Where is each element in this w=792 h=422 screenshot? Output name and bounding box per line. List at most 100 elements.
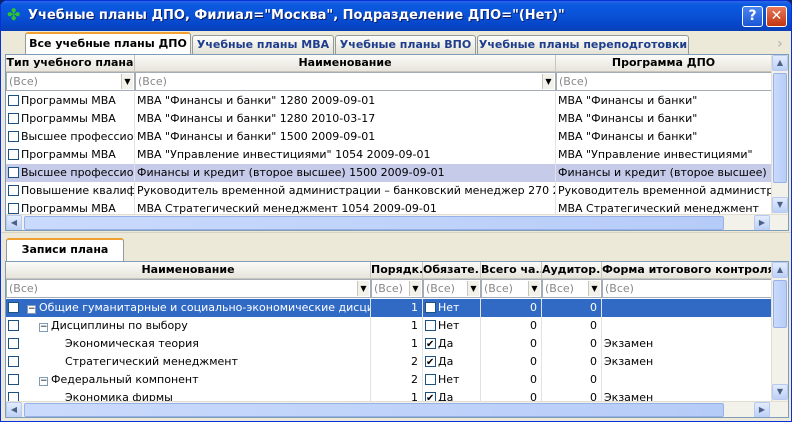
dropdown-arrow-icon[interactable]: ▼ bbox=[357, 281, 369, 296]
scroll-right-icon[interactable]: ▶ bbox=[754, 215, 770, 230]
scroll-down-icon[interactable]: ▼ bbox=[772, 197, 788, 213]
scroll-left-icon[interactable]: ◀ bbox=[6, 215, 22, 230]
row-checkbox[interactable] bbox=[8, 113, 19, 124]
pane-splitter[interactable] bbox=[1, 232, 791, 237]
column-header-auditorium[interactable]: Аудитор... bbox=[542, 262, 602, 279]
table-row[interactable]: − Общие гуманитарные и социально-экономич… bbox=[6, 299, 772, 317]
table-row[interactable]: Экономическая теория1Да00Экзамен bbox=[6, 335, 772, 353]
table-row[interactable]: Программы MBA MBA "Финансы и банки" 1280 … bbox=[6, 110, 772, 128]
table-row[interactable]: Программы MBA MBA "Финансы и банки" 1280 … bbox=[6, 92, 772, 110]
filter-control-form[interactable]: (Все) bbox=[602, 279, 772, 298]
row-checkbox[interactable] bbox=[8, 338, 19, 349]
type-text: Программы MBA bbox=[21, 112, 116, 125]
cell-auditorium: 0 bbox=[542, 371, 602, 389]
plans-vertical-scrollbar[interactable]: ▲ ▼ bbox=[771, 55, 788, 214]
tab-plan-records[interactable]: Записи плана bbox=[6, 238, 124, 262]
filter-name[interactable]: (Все) ▼ bbox=[135, 72, 556, 91]
required-checkbox[interactable] bbox=[425, 336, 436, 353]
table-row[interactable]: Высшее профессион...MBA "Финансы и банки… bbox=[6, 128, 772, 146]
filter-record-name[interactable]: (Все) ▼ bbox=[6, 279, 371, 298]
dropdown-arrow-icon[interactable]: ▼ bbox=[528, 281, 540, 296]
required-checkbox[interactable] bbox=[425, 374, 436, 385]
scroll-up-icon[interactable]: ▲ bbox=[772, 55, 788, 71]
required-text: Нет bbox=[438, 319, 460, 332]
column-header-program[interactable]: Программа ДПО bbox=[556, 55, 772, 72]
collapse-icon[interactable]: − bbox=[39, 377, 48, 386]
help-button[interactable]: ? bbox=[742, 6, 763, 27]
scroll-thumb[interactable] bbox=[773, 73, 787, 183]
plans-grid: Тип учебного плана Наименование Программ… bbox=[5, 54, 789, 231]
scroll-thumb[interactable] bbox=[24, 216, 724, 230]
cell-required: Нет bbox=[423, 371, 481, 389]
tab-all-plans[interactable]: Все учебные планы ДПО bbox=[25, 32, 191, 54]
row-checkbox[interactable] bbox=[8, 203, 19, 214]
tab-mba-plans[interactable]: Учебные планы MBA bbox=[192, 35, 334, 54]
row-checkbox[interactable] bbox=[8, 320, 19, 331]
required-checkbox[interactable] bbox=[425, 302, 436, 313]
tab-retraining-plans[interactable]: Учебные планы переподготовки bbox=[477, 35, 689, 54]
row-checkbox[interactable] bbox=[8, 95, 19, 106]
filter-total-hours[interactable]: (Все) ▼ bbox=[481, 279, 542, 298]
cell-required: Да bbox=[423, 335, 481, 353]
cell-program: MBA "Управление инвестициями" bbox=[556, 146, 772, 164]
dropdown-arrow-icon[interactable]: ▼ bbox=[409, 281, 421, 296]
scroll-thumb[interactable] bbox=[24, 403, 724, 417]
cell-type: Высшее профессион... bbox=[6, 164, 135, 182]
cell-total-hours: 0 bbox=[481, 371, 542, 389]
type-text: Высшее профессион... bbox=[21, 130, 134, 143]
cell-required: Да bbox=[423, 353, 481, 371]
required-checkbox[interactable] bbox=[425, 354, 436, 371]
record-name-text: Общие гуманитарные и социально-экономиче… bbox=[39, 301, 371, 314]
required-checkbox[interactable] bbox=[425, 320, 436, 331]
scroll-left-icon[interactable]: ◀ bbox=[6, 402, 22, 417]
scroll-right-icon[interactable]: ▶ bbox=[754, 402, 770, 417]
filter-auditorium[interactable]: (Все) ▼ bbox=[542, 279, 602, 298]
table-row[interactable]: Стратегический менеджмент2Да00Экзамен bbox=[6, 353, 772, 371]
dropdown-arrow-icon[interactable]: ▼ bbox=[588, 281, 600, 296]
collapse-icon[interactable]: − bbox=[39, 323, 48, 332]
row-checkbox[interactable] bbox=[8, 185, 19, 196]
table-row[interactable]: − Федеральный компонент 2 Нет 0 0 bbox=[6, 371, 772, 389]
title-bar[interactable]: ✤ Учебные планы ДПО, Филиал="Москва", По… bbox=[1, 1, 791, 31]
table-row[interactable]: Повышение квалиф... Руководитель временно… bbox=[6, 182, 772, 200]
plans-horizontal-scrollbar[interactable]: ◀ ▶ bbox=[6, 214, 788, 230]
scroll-up-icon[interactable]: ▲ bbox=[772, 262, 788, 278]
column-header-total-hours[interactable]: Всего ча... bbox=[481, 262, 542, 279]
tab-vpo-plans[interactable]: Учебные планы ВПО bbox=[335, 35, 476, 54]
scroll-down-icon[interactable]: ▼ bbox=[772, 384, 788, 400]
filter-type[interactable]: (Все) ▼ bbox=[6, 72, 135, 91]
cell-control-form: Экзамен bbox=[602, 335, 772, 353]
column-header-record-name[interactable]: Наименование bbox=[6, 262, 371, 279]
close-button[interactable]: ✕ bbox=[766, 6, 787, 27]
row-checkbox[interactable] bbox=[8, 302, 19, 313]
dropdown-arrow-icon[interactable]: ▼ bbox=[121, 74, 133, 89]
filter-program[interactable]: (Все) bbox=[556, 72, 772, 91]
row-checkbox[interactable] bbox=[8, 167, 19, 178]
chevron-right-icon[interactable]: › bbox=[777, 36, 783, 52]
records-horizontal-scrollbar[interactable]: ◀ ▶ bbox=[6, 401, 788, 417]
column-header-type[interactable]: Тип учебного плана bbox=[6, 55, 135, 72]
table-row[interactable]: Программы MBA MBA "Управление инвестициям… bbox=[6, 146, 772, 164]
cell-name: MBA "Управление инвестициями" 1054 2009-… bbox=[135, 146, 556, 164]
column-header-name[interactable]: Наименование bbox=[135, 55, 556, 72]
table-row[interactable]: − Дисциплины по выбору 1 Нет 0 0 bbox=[6, 317, 772, 335]
cell-program: MBA "Финансы и банки" bbox=[556, 92, 772, 110]
column-header-order[interactable]: Порядк... bbox=[371, 262, 423, 279]
filter-order[interactable]: (Все) ▼ bbox=[371, 279, 423, 298]
cell-record-name: Экономическая теория bbox=[6, 335, 371, 353]
row-checkbox[interactable] bbox=[8, 131, 19, 142]
filter-required[interactable]: (Все) ▼ bbox=[423, 279, 481, 298]
dropdown-arrow-icon[interactable]: ▼ bbox=[467, 281, 479, 296]
records-vertical-scrollbar[interactable]: ▲ ▼ bbox=[771, 262, 788, 401]
column-header-required[interactable]: Обязате... bbox=[423, 262, 481, 279]
row-checkbox[interactable] bbox=[8, 356, 19, 367]
row-checkbox[interactable] bbox=[8, 374, 19, 385]
cell-name: Финансы и кредит (второе высшее) 1500 20… bbox=[135, 164, 556, 182]
table-row[interactable]: Высшее профессион...Финансы и кредит (вт… bbox=[6, 164, 772, 182]
dropdown-arrow-icon[interactable]: ▼ bbox=[542, 74, 554, 89]
scroll-thumb[interactable] bbox=[773, 280, 787, 328]
filter-value: (Все) bbox=[559, 75, 588, 88]
row-checkbox[interactable] bbox=[8, 149, 19, 160]
column-header-control-form[interactable]: Форма итогового контроля bbox=[602, 262, 772, 279]
collapse-icon[interactable]: − bbox=[27, 305, 36, 314]
